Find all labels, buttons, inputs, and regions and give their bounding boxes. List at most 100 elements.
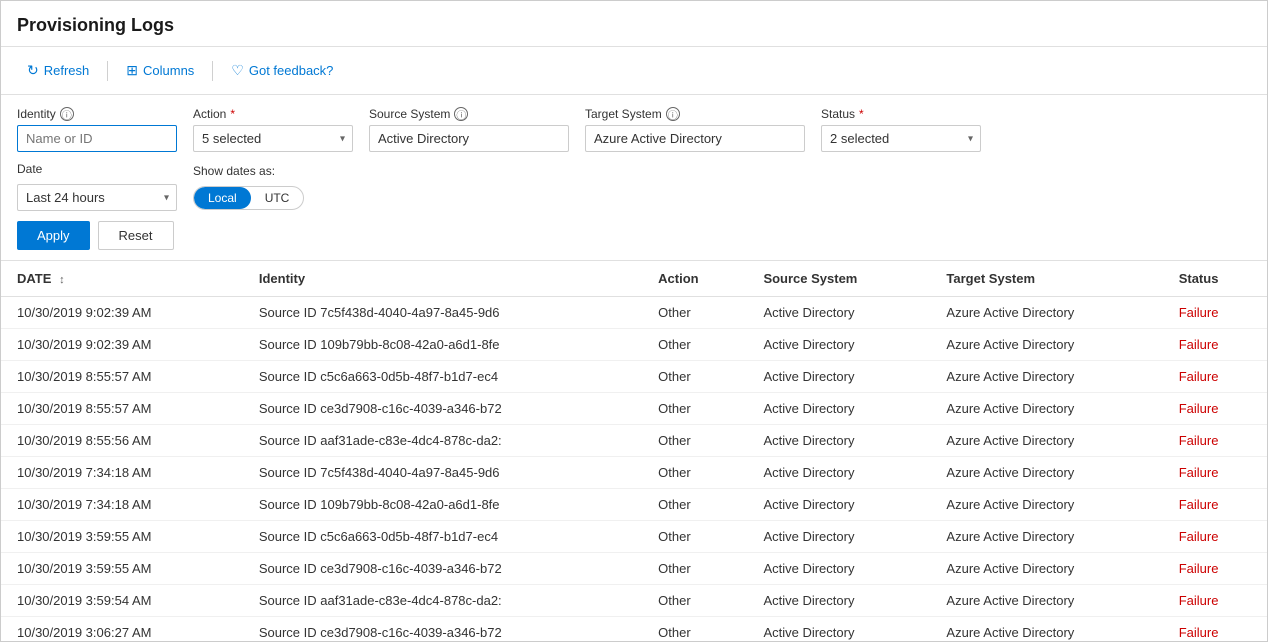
cell-status: Failure (1163, 393, 1267, 425)
cell-target-system: Azure Active Directory (930, 617, 1162, 642)
cell-identity: Source ID 7c5f438d-4040-4a97-8a45-9d6 (243, 297, 642, 329)
cell-date: 10/30/2019 7:34:18 AM (1, 457, 243, 489)
cell-target-system: Azure Active Directory (930, 361, 1162, 393)
table-container: DATE ↕ Identity Action Source System Tar… (1, 261, 1267, 641)
action-select-wrapper: 5 selected ▾ (193, 125, 353, 152)
filters-panel: Identity ⓘ Action * 5 selected ▾ Source … (1, 95, 1267, 261)
status-label: Status * (821, 107, 981, 121)
cell-action: Other (642, 553, 747, 585)
cell-target-system: Azure Active Directory (930, 297, 1162, 329)
cell-date: 10/30/2019 3:59:55 AM (1, 553, 243, 585)
identity-filter-group: Identity ⓘ (17, 107, 177, 152)
action-required-mark: * (230, 107, 235, 121)
toolbar: ↻ Refresh ⊞ Columns ♡ Got feedback? (1, 47, 1267, 95)
cell-identity: Source ID 7c5f438d-4040-4a97-8a45-9d6 (243, 457, 642, 489)
action-select[interactable]: 5 selected (193, 125, 353, 152)
identity-info-icon[interactable]: ⓘ (60, 107, 74, 121)
cell-target-system: Azure Active Directory (930, 521, 1162, 553)
page-title: Provisioning Logs (17, 15, 1251, 36)
cell-identity: Source ID ce3d7908-c16c-4039-a346-b72 (243, 393, 642, 425)
source-system-value: Active Directory (369, 125, 569, 152)
cell-target-system: Azure Active Directory (930, 425, 1162, 457)
cell-status: Failure (1163, 521, 1267, 553)
table-row[interactable]: 10/30/2019 3:59:55 AM Source ID ce3d7908… (1, 553, 1267, 585)
cell-action: Other (642, 393, 747, 425)
col-target-system[interactable]: Target System (930, 261, 1162, 297)
cell-action: Other (642, 617, 747, 642)
cell-date: 10/30/2019 3:06:27 AM (1, 617, 243, 642)
cell-identity: Source ID aaf31ade-c83e-4dc4-878c-da2: (243, 425, 642, 457)
target-system-info-icon[interactable]: ⓘ (666, 107, 680, 121)
cell-identity: Source ID ce3d7908-c16c-4039-a346-b72 (243, 617, 642, 642)
cell-action: Other (642, 457, 747, 489)
date-toggle-group: Local UTC (193, 186, 304, 210)
cell-target-system: Azure Active Directory (930, 457, 1162, 489)
cell-identity: Source ID c5c6a663-0d5b-48f7-b1d7-ec4 (243, 361, 642, 393)
table-header: DATE ↕ Identity Action Source System Tar… (1, 261, 1267, 297)
columns-label: Columns (143, 63, 194, 78)
apply-button[interactable]: Apply (17, 221, 90, 250)
filter-row-1: Identity ⓘ Action * 5 selected ▾ Source … (17, 107, 1251, 152)
cell-target-system: Azure Active Directory (930, 393, 1162, 425)
date-select-wrapper: Last 24 hours ▾ (17, 184, 177, 211)
status-required-mark: * (859, 107, 864, 121)
table-row[interactable]: 10/30/2019 8:55:57 AM Source ID c5c6a663… (1, 361, 1267, 393)
cell-status: Failure (1163, 617, 1267, 642)
cell-identity: Source ID 109b79bb-8c08-42a0-a6d1-8fe (243, 329, 642, 361)
cell-action: Other (642, 361, 747, 393)
table-row[interactable]: 10/30/2019 3:06:27 AM Source ID ce3d7908… (1, 617, 1267, 642)
cell-source-system: Active Directory (747, 521, 930, 553)
page-header: Provisioning Logs (1, 1, 1267, 47)
col-status[interactable]: Status (1163, 261, 1267, 297)
date-select[interactable]: Last 24 hours (17, 184, 177, 211)
cell-status: Failure (1163, 585, 1267, 617)
cell-date: 10/30/2019 8:55:57 AM (1, 393, 243, 425)
cell-source-system: Active Directory (747, 297, 930, 329)
col-source-system[interactable]: Source System (747, 261, 930, 297)
cell-date: 10/30/2019 8:55:56 AM (1, 425, 243, 457)
table-row[interactable]: 10/30/2019 7:34:18 AM Source ID 109b79bb… (1, 489, 1267, 521)
columns-icon: ⊞ (126, 62, 138, 79)
source-system-info-icon[interactable]: ⓘ (454, 107, 468, 121)
feedback-button[interactable]: ♡ Got feedback? (221, 57, 343, 84)
cell-action: Other (642, 489, 747, 521)
feedback-label: Got feedback? (249, 63, 334, 78)
table-row[interactable]: 10/30/2019 3:59:54 AM Source ID aaf31ade… (1, 585, 1267, 617)
identity-input[interactable] (17, 125, 177, 152)
show-dates-group: Show dates as: Local UTC (193, 164, 304, 210)
refresh-label: Refresh (44, 63, 90, 78)
show-dates-label: Show dates as: (193, 164, 304, 178)
cell-date: 10/30/2019 7:34:18 AM (1, 489, 243, 521)
cell-date: 10/30/2019 9:02:39 AM (1, 297, 243, 329)
date-row: Date Last 24 hours ▾ Show dates as: Loca… (17, 162, 1251, 211)
table-row[interactable]: 10/30/2019 7:34:18 AM Source ID 7c5f438d… (1, 457, 1267, 489)
col-date[interactable]: DATE ↕ (1, 261, 243, 297)
refresh-icon: ↻ (27, 62, 39, 79)
toggle-utc[interactable]: UTC (251, 187, 304, 209)
columns-button[interactable]: ⊞ Columns (116, 57, 204, 84)
filter-actions: Apply Reset (17, 221, 1251, 250)
source-system-filter-group: Source System ⓘ Active Directory (369, 107, 569, 152)
action-label: Action * (193, 107, 353, 121)
table-row[interactable]: 10/30/2019 3:59:55 AM Source ID c5c6a663… (1, 521, 1267, 553)
col-identity[interactable]: Identity (243, 261, 642, 297)
cell-identity: Source ID ce3d7908-c16c-4039-a346-b72 (243, 553, 642, 585)
toolbar-divider-1 (107, 61, 108, 81)
cell-source-system: Active Directory (747, 361, 930, 393)
status-filter-group: Status * 2 selected ▾ (821, 107, 981, 152)
refresh-button[interactable]: ↻ Refresh (17, 57, 99, 84)
table-row[interactable]: 10/30/2019 9:02:39 AM Source ID 7c5f438d… (1, 297, 1267, 329)
table-row[interactable]: 10/30/2019 8:55:56 AM Source ID aaf31ade… (1, 425, 1267, 457)
table-row[interactable]: 10/30/2019 9:02:39 AM Source ID 109b79bb… (1, 329, 1267, 361)
toggle-local[interactable]: Local (194, 187, 251, 209)
cell-source-system: Active Directory (747, 393, 930, 425)
reset-button[interactable]: Reset (98, 221, 174, 250)
status-select[interactable]: 2 selected (821, 125, 981, 152)
cell-status: Failure (1163, 329, 1267, 361)
feedback-icon: ♡ (231, 62, 244, 79)
col-action[interactable]: Action (642, 261, 747, 297)
cell-identity: Source ID aaf31ade-c83e-4dc4-878c-da2: (243, 585, 642, 617)
table-row[interactable]: 10/30/2019 8:55:57 AM Source ID ce3d7908… (1, 393, 1267, 425)
cell-identity: Source ID c5c6a663-0d5b-48f7-b1d7-ec4 (243, 521, 642, 553)
cell-source-system: Active Directory (747, 425, 930, 457)
